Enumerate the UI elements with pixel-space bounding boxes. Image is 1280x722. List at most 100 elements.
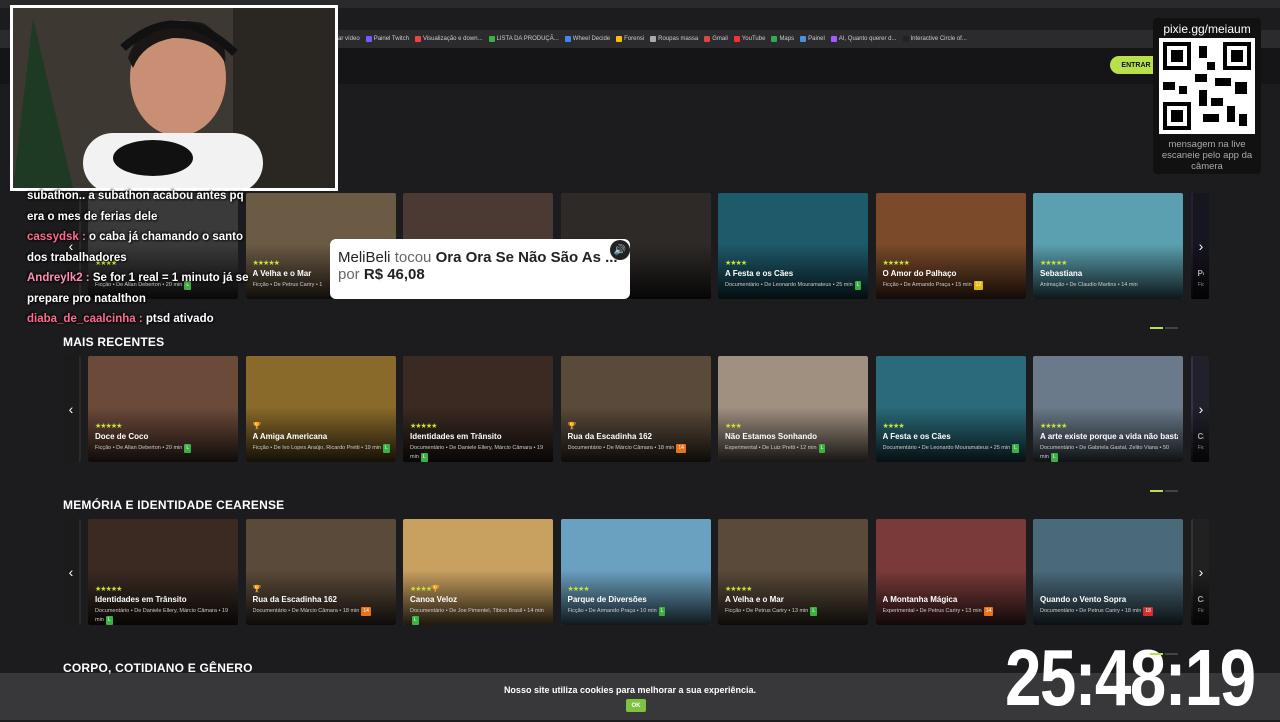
carousel-prev-icon[interactable]: ‹: [63, 356, 79, 462]
card-meta: Ficção • De Armando Praça • 10 min L: [568, 607, 706, 616]
age-rating-badge: L: [184, 444, 192, 453]
card-title: Sebastiana: [1040, 269, 1083, 278]
card-meta: Ficção • De Armando Praça • 15 min 12: [883, 281, 1021, 290]
age-rating-badge: 18: [1143, 607, 1153, 616]
chat-text: subathon.. a subathon acabou antes pq er…: [27, 190, 244, 223]
bookmark-item[interactable]: Gmail: [704, 36, 728, 42]
age-rating-badge: L: [810, 607, 818, 616]
card-meta-text: Documentário • De Joe Pimentel, Tibico B…: [410, 608, 544, 614]
cookie-ok-button[interactable]: OK: [626, 699, 646, 712]
movie-card[interactable]: ★★★★★ Identidades em Trânsito Documentário…: [88, 519, 238, 625]
movie-card[interactable]: ★★★★ A Festa e os Cães Documentário • De L…: [875, 356, 1026, 462]
bookmark-label: Interactive Circle of...: [910, 36, 967, 42]
movie-card[interactable]: 🏆 Rua da Escadinha 162 Documentário • De M…: [245, 519, 396, 625]
card-meta: Documentário • De Márcio Câmara • 18 min…: [253, 607, 391, 616]
card-meta: Experimental • De Luiz Pretti • 12 min L: [725, 444, 863, 453]
bookmark-item[interactable]: Visualização e down...: [414, 36, 483, 42]
chat-message: Andreylk2 : Se for 1 real = 1 minuto já …: [27, 268, 252, 309]
chat-message: diaba_de_caalcinha : ptsd ativado: [27, 309, 252, 330]
movie-card[interactable]: ★★★★★ O Amor do Palhaço Ficção • De Armand…: [875, 193, 1026, 299]
bookmark-label: Painel Twitch: [373, 36, 409, 42]
movie-card[interactable]: 🏆 Rua da Escadinha 162 Documentário • De M…: [560, 356, 711, 462]
card-meta: Animação • De Claudio Martins • 14 min: [1040, 281, 1178, 290]
card-meta-text: Documentário • De Petrus Cariry • 18 min: [1040, 608, 1142, 614]
rating-stars: 🏆: [252, 423, 262, 430]
card-title: Quando o Vento Sopra: [1040, 595, 1127, 604]
age-rating-badge: L: [818, 444, 826, 453]
bookmark-icon: [830, 36, 837, 42]
movie-card[interactable]: 🏆 A Amiga Americana Ficção • De Ivo Lopes …: [245, 356, 396, 462]
bookmark-icon: [733, 36, 740, 42]
chat-message: subathon.. a subathon acabou antes pq er…: [27, 186, 252, 227]
card-title: A arte existe porque a vida não basta: [1040, 432, 1178, 441]
card-meta: Documentário • De Leonardo Mouramateus •…: [883, 444, 1021, 453]
card-meta-text: Experimental • De Luiz Pretti • 12 min: [725, 445, 817, 451]
bookmark-item[interactable]: Maps: [771, 36, 794, 42]
movie-card[interactable]: ★★★★★ Identidades em Trânsito Documentário…: [403, 356, 553, 462]
card-meta-text: Documentário • De Leonardo Mouramateus •…: [882, 445, 1011, 451]
speaker-icon: 🔊: [610, 240, 630, 260]
card-meta: Ficção • De Petrus Cariry • 13 min L: [725, 607, 863, 616]
chat-username: cassydsk :: [27, 231, 86, 243]
movie-card[interactable]: ★★★★ Parque de Diversões Ficção • De Arman…: [560, 519, 711, 625]
alert-action: tocou: [394, 249, 432, 266]
age-rating-badge: 14: [361, 607, 371, 616]
card-meta: Ficção • De Ivo Lopes Araújo, Ricardo Pr…: [253, 444, 391, 453]
section-title: MEMÓRIA E IDENTIDADE CEARENSE: [63, 498, 285, 512]
chat-username: diaba_de_caalcinha :: [27, 313, 143, 325]
bookmark-label: AI, Quanto querer d...: [838, 36, 897, 42]
carousel-next-icon[interactable]: ›: [1193, 193, 1209, 299]
subathon-timer: 25:48:19: [1005, 633, 1256, 722]
carousel-next-icon[interactable]: ›: [1193, 519, 1209, 625]
movie-card[interactable]: A Montanha Mágica Experimental • De Petru…: [875, 519, 1026, 625]
bookmark-item[interactable]: Interactive Circle of...: [902, 36, 967, 42]
movie-card[interactable]: ★★★★★ A arte existe porque a vida não bas…: [1033, 356, 1183, 462]
bookmark-label: Painel: [808, 36, 825, 42]
bookmark-label: Visualização e down...: [422, 36, 483, 42]
age-rating-badge: L: [854, 281, 862, 290]
qr-url: pixie.gg/meiaum: [1163, 22, 1251, 36]
carousel-next-icon[interactable]: ›: [1193, 356, 1209, 462]
rating-stars: ★★★★: [882, 423, 905, 430]
carousel-pagination: [1150, 490, 1178, 492]
rating-stars: ★★★★★: [1040, 423, 1067, 430]
movie-card[interactable]: ★★★★★ Doce de Coco Ficção • De Allan Deber…: [88, 356, 238, 462]
card-meta-text: Documentário • De Márcio Câmara • 18 min: [252, 608, 360, 614]
card-title: A Amiga Americana: [252, 432, 328, 441]
card-meta-text: Animação • De Claudio Martins • 14 min: [1040, 282, 1138, 288]
rating-stars: ★★★: [725, 423, 742, 430]
bookmark-item[interactable]: AI, Quanto querer d...: [830, 36, 897, 42]
bookmark-item[interactable]: Wheel Decide: [564, 36, 611, 42]
age-rating-badge: L: [1012, 444, 1019, 453]
qr-message: mensagem na live escaneie pelo app da câ…: [1161, 139, 1253, 172]
bookmark-icon: [365, 36, 372, 42]
bookmark-icon: [414, 36, 421, 42]
bookmark-item[interactable]: LISTA DA PRODUÇÃ...: [488, 36, 559, 42]
bookmark-label: Wheel Decide: [572, 36, 611, 42]
card-title: Não Estamos Sonhando: [725, 432, 818, 441]
card-title: A Festa e os Cães: [882, 432, 951, 441]
bookmark-item[interactable]: Painel: [800, 36, 825, 42]
movie-card[interactable]: ★★★★★ Sebastiana Animação • De Claudio Mar…: [1033, 193, 1183, 299]
bookmark-item[interactable]: Painel Twitch: [365, 36, 409, 42]
card-meta-text: Documentário • De Márcio Câmara • 18 min: [567, 445, 675, 451]
card-meta-text: Documentário • De Daniele Ellery, Márcio…: [95, 608, 229, 623]
movie-card[interactable]: Quando o Vento Sopra Documentário • De Pe…: [1033, 519, 1183, 625]
movie-card[interactable]: ★★★★ A Festa e os Cães Documentário • De L…: [718, 193, 868, 299]
chat-username: Andreylk2 :: [27, 272, 90, 284]
streamer-webcam: [10, 5, 338, 191]
movie-card[interactable]: ★★★ Não Estamos Sonhando Experimental • De…: [718, 356, 868, 462]
rating-stars: ★★★★★: [1040, 260, 1067, 267]
alert-by: por: [338, 266, 360, 283]
movie-card[interactable]: ★★★★★ A Velha e o Mar Ficção • De Petrus C…: [718, 519, 868, 625]
age-rating-badge: L: [658, 607, 666, 616]
card-title: Rua da Escadinha 162: [567, 432, 652, 441]
card-meta-text: Documentário • De Daniele Ellery, Márcio…: [410, 445, 544, 460]
bookmark-label: LISTA DA PRODUÇÃ...: [496, 36, 559, 42]
rating-stars: ★★★★★: [882, 260, 910, 267]
carousel-prev-icon[interactable]: ‹: [63, 519, 79, 625]
bookmark-item[interactable]: YouTube: [733, 36, 765, 42]
bookmark-item[interactable]: Forensi: [616, 36, 644, 42]
movie-card[interactable]: ★★★★🏆 Canoa Veloz Documentário • De Joe Pi…: [403, 519, 553, 625]
bookmark-item[interactable]: Roupas massa: [650, 36, 698, 42]
